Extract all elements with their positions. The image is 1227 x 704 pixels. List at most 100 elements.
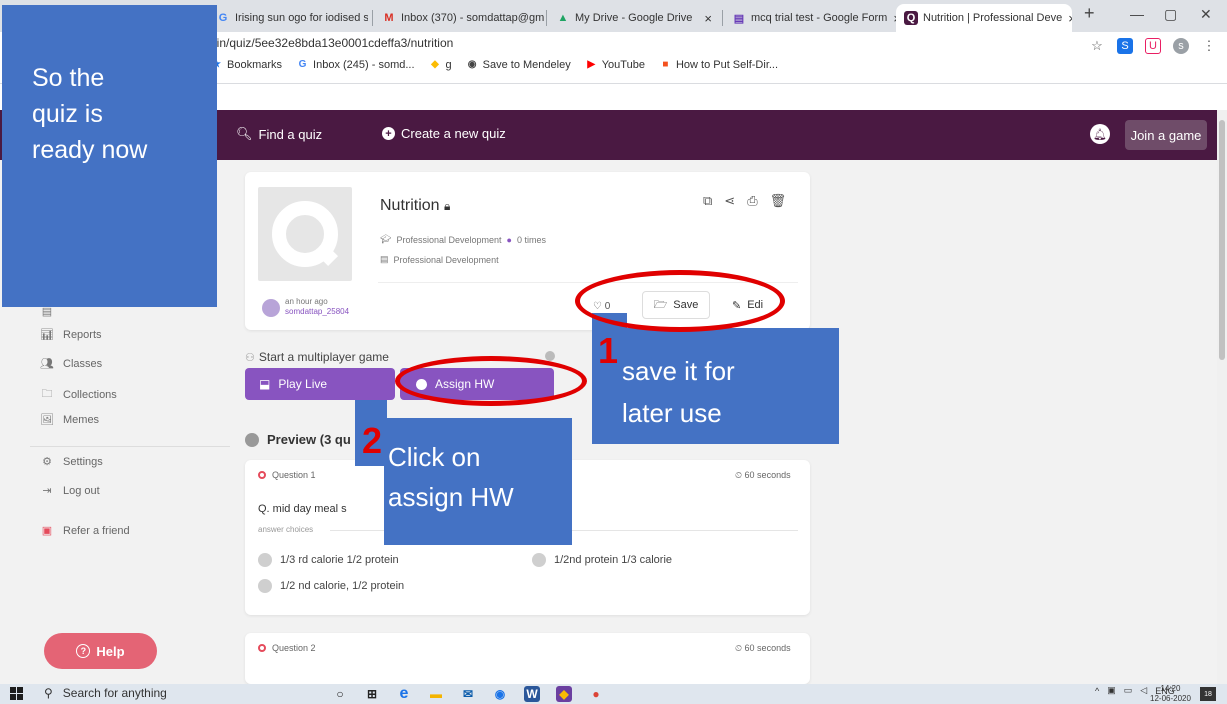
network-icon[interactable]: ▣ [1107, 685, 1116, 696]
tab-google-drive[interactable]: ▲ My Drive - Google Drive × [548, 4, 720, 32]
youtube-icon: ▶ [587, 59, 596, 70]
sidebar-item-reports[interactable]: 📊︎ Reports [40, 328, 102, 342]
taskbar-search[interactable]: ⚲ Search for anything [44, 686, 167, 700]
gift-icon: ▣ [41, 525, 53, 537]
sidebar-divider [30, 446, 230, 447]
question-icon: ? [76, 644, 91, 658]
mail-icon[interactable]: ✉ [460, 686, 476, 702]
close-icon[interactable]: × [1068, 11, 1072, 26]
taskbar-clock[interactable]: 14:20 12-06-2020 [1150, 684, 1191, 704]
search-icon: ⚲ [44, 686, 53, 700]
word-icon[interactable]: W [524, 686, 540, 702]
tab-gmail-inbox[interactable]: M Inbox (370) - somdattap@gm × [374, 4, 544, 32]
play-live-button[interactable]: ⬓ Play Live [245, 368, 395, 400]
google-icon: G [298, 59, 307, 70]
minimize-icon[interactable]: — [1130, 6, 1144, 22]
join-game-button[interactable]: Join a game [1125, 120, 1207, 150]
sidebar-item-logout[interactable]: ⇥ Log out [40, 484, 99, 498]
tab-label: Inbox (370) - somdattap@gm [401, 12, 544, 24]
task-view-icon[interactable]: ⊞ [364, 686, 380, 702]
edge-icon[interactable]: e [396, 685, 412, 702]
find-quiz-link[interactable]: 🔍︎ Find a quiz [236, 126, 322, 142]
tab-label: My Drive - Google Drive [575, 12, 693, 24]
close-icon[interactable]: × [704, 11, 712, 26]
battery-icon[interactable]: ▭ [1124, 685, 1133, 696]
clock-icon: ⏲ [735, 470, 743, 480]
app-icon[interactable]: ◆ [556, 686, 572, 702]
highlight-ring-save [575, 270, 785, 332]
save-callout: save it for later use [592, 328, 839, 444]
tab-google-forms[interactable]: ▤ mcq trial test - Google Form × [724, 4, 896, 32]
gmail-icon: M [384, 12, 394, 24]
share-icon[interactable]: ⋖ [724, 193, 735, 209]
menu-icon[interactable]: ⋮ [1201, 38, 1217, 54]
help-button[interactable]: ? Help [44, 633, 157, 669]
copy-icon[interactable]: ⧉ [703, 193, 712, 209]
create-quiz-link[interactable]: + Create a new quiz [382, 126, 506, 141]
drive-icon: ◆ [431, 59, 439, 70]
bookmark-item[interactable]: G Inbox (245) - somd... [296, 58, 415, 71]
print-icon[interactable]: ⎙ [747, 193, 757, 209]
close-window-icon[interactable]: ✕ [1200, 6, 1212, 23]
star-icon[interactable]: ☆ [1089, 38, 1105, 54]
lock-icon: 🔒︎ [444, 199, 451, 213]
question-time: ⏲ 60 seconds [735, 643, 791, 653]
chevron-up-icon[interactable]: ^ [1095, 686, 1099, 696]
new-tab-icon[interactable]: + [1084, 3, 1095, 24]
app-icon[interactable]: ◉ [492, 686, 508, 702]
intro-callout: So the quiz is ready now [2, 5, 217, 307]
tab-nutrition-quiz[interactable]: Q Nutrition | Professional Deve × [896, 4, 1072, 32]
clock-icon: ⏲ [735, 643, 743, 653]
extension-icon[interactable]: U [1145, 38, 1161, 54]
assign-callout: Click on assign HW [384, 418, 572, 545]
bookmarks-bar: ★Bookmarks GInbox (245) - somd... ◆g ◉Sa… [210, 58, 778, 71]
step-number-1: 1 [598, 330, 619, 371]
multiplayer-label: ⚇ Start a multiplayer game [245, 350, 389, 364]
cortana-icon[interactable]: ○ [332, 686, 348, 702]
bookmark-item[interactable]: ■ How to Put Self-Dir... [659, 58, 778, 71]
extension-icon[interactable]: S [1117, 38, 1133, 54]
url-field[interactable]: nin/quiz/5ee32e8bda13e0001cdeffa3/nutrit… [210, 36, 453, 50]
scrollbar[interactable] [1217, 110, 1227, 684]
highlight-ring-assign [395, 356, 587, 406]
sidebar-item-classes[interactable]: 👥︎ Classes [40, 357, 102, 371]
question-time: ⏲ 60 seconds [735, 470, 791, 480]
tab-label: Nutrition | Professional Deve [923, 12, 1063, 24]
extension-icons: ☆ S U s ⋮ [1089, 38, 1217, 54]
trash-icon[interactable]: 🗑︎ [770, 193, 787, 209]
answer-choice: 1/2 nd calorie, 1/2 protein [258, 579, 404, 593]
quiz-subject: 🎓︎ Professional Development ● 0 times [380, 234, 546, 245]
sidebar-item-memes[interactable]: 🖼︎ Memes [40, 413, 99, 427]
tab-iodised-salt[interactable]: G Irising sun ogo for iodised sa × [208, 4, 368, 32]
sidebar-item-settings[interactable]: ⚙ Settings [40, 455, 103, 469]
restore-icon[interactable]: ▢ [1164, 6, 1177, 23]
sidebar-item-refer[interactable]: ▣ Refer a friend [40, 524, 130, 538]
bookmark-item[interactable]: ★Bookmarks [210, 58, 282, 71]
present-icon: ⬓ [259, 377, 271, 391]
quiz-title: Nutrition 🔒︎ [380, 197, 451, 214]
notification-icon[interactable]: 18 [1200, 687, 1216, 701]
taskbar-apps: ○ ⊞ e ▬ ✉ ◉ W ◆ ● [332, 684, 604, 704]
quizizz-icon: Q [904, 11, 918, 25]
answer-choices-label: answer choices [258, 525, 314, 534]
search-icon: 🔍︎ [236, 126, 253, 141]
volume-icon[interactable]: ◁ [1140, 685, 1147, 696]
multiplayer-icon: ⚇ [245, 351, 255, 364]
bookmark-item[interactable]: ▶ YouTube [585, 58, 645, 71]
bookmark-item[interactable]: ◆ g [429, 58, 451, 71]
tab-label: Irising sun ogo for iodised sa [235, 12, 368, 24]
chrome-icon[interactable]: ● [588, 686, 604, 702]
gear-icon: ⚙ [42, 456, 52, 468]
question-label: Question 2 [258, 643, 316, 653]
question-label: Question 1 [258, 470, 316, 480]
info-icon[interactable] [545, 351, 555, 361]
profile-avatar[interactable]: s [1173, 38, 1189, 54]
windows-start-icon[interactable] [10, 687, 24, 701]
file-explorer-icon[interactable]: ▬ [428, 686, 444, 702]
classes-icon: 👥︎ [40, 358, 54, 370]
page-icon: ■ [662, 59, 669, 70]
bookmark-item[interactable]: ◉ Save to Mendeley [466, 58, 571, 71]
graduation-cap-icon: 🎓︎ [380, 234, 392, 244]
bell-icon[interactable]: 🔔︎ [1090, 124, 1110, 144]
sidebar-item-collections[interactable]: 🗀 Collections [40, 385, 117, 404]
